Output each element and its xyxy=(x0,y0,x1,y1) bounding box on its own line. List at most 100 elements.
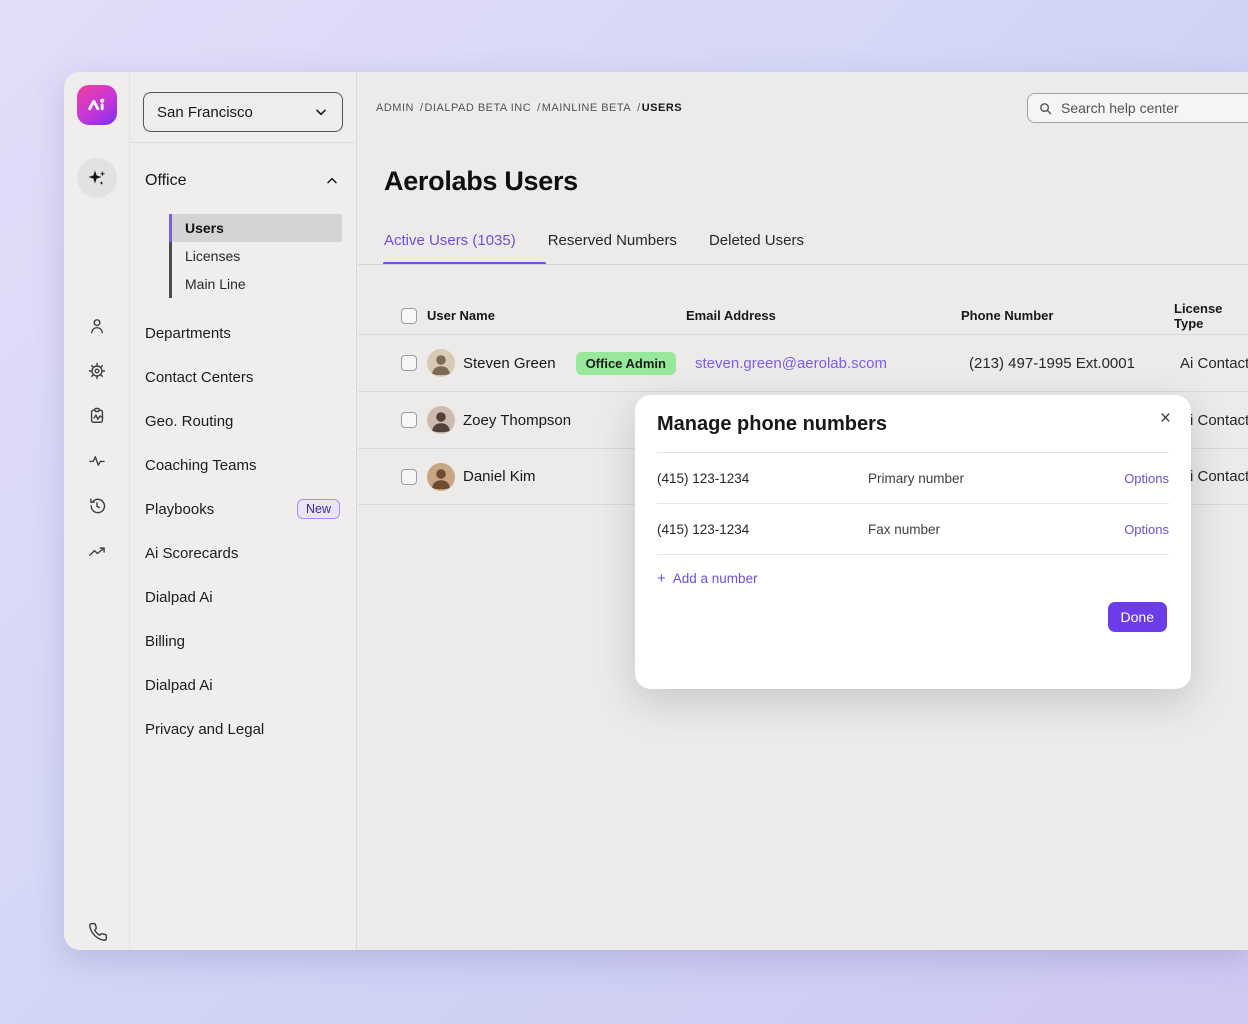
activity-pulse-icon[interactable] xyxy=(87,451,107,471)
sidebar-item-coaching-teams[interactable]: Coaching Teams xyxy=(131,443,356,487)
breadcrumb-segment[interactable]: DIALPAD BETA INC xyxy=(425,102,532,114)
sidebar-item-label: Playbooks xyxy=(145,501,214,518)
sidebar-item-users[interactable]: Users xyxy=(172,214,342,242)
sidebar-nav: Departments Contact Centers Geo. Routing… xyxy=(131,311,356,751)
sidebar-item-dialpad-ai-2[interactable]: Dialpad Ai xyxy=(131,663,356,707)
office-admin-badge: Office Admin xyxy=(576,352,676,375)
table-header: User Name Email Address Phone Number Lic… xyxy=(358,297,1248,334)
phone-number-list: (415) 123-1234 Primary number Options (4… xyxy=(657,453,1169,555)
user-name: Zoey Thompson xyxy=(463,412,571,429)
row-checkbox[interactable] xyxy=(401,412,417,428)
tab-deleted-users[interactable]: Deleted Users xyxy=(709,232,804,265)
tabs-divider xyxy=(358,264,1248,265)
sidebar-item-licenses[interactable]: Licenses xyxy=(172,242,342,270)
sidebar-item-privacy-legal[interactable]: Privacy and Legal xyxy=(131,707,356,751)
avatar xyxy=(427,349,455,377)
sidebar-item-main-line[interactable]: Main Line xyxy=(172,270,342,298)
phone-icon[interactable] xyxy=(88,922,108,942)
icon-rail xyxy=(64,72,130,950)
rail-nav xyxy=(64,316,130,561)
sidebar-item-label: Contact Centers xyxy=(145,369,253,386)
phone-number-row: (415) 123-1234 Primary number Options xyxy=(657,453,1169,504)
sidebar-item-label: Billing xyxy=(145,633,185,650)
breadcrumb-segment[interactable]: MAINLINE BETA xyxy=(542,102,631,114)
options-link[interactable]: Options xyxy=(1124,522,1169,537)
sidebar-item-label: Geo. Routing xyxy=(145,413,233,430)
user-name: Steven Green xyxy=(463,355,556,372)
sidebar-item-geo-routing[interactable]: Geo. Routing xyxy=(131,399,356,443)
column-header-user-name[interactable]: User Name xyxy=(427,308,686,323)
breadcrumb: ADMIN / DIALPAD BETA INC / MAINLINE BETA… xyxy=(376,72,682,144)
sidebar-item-dialpad-ai[interactable]: Dialpad Ai xyxy=(131,575,356,619)
dialpad-ai-logo-icon xyxy=(77,85,117,125)
column-header-phone[interactable]: Phone Number xyxy=(961,308,1174,323)
tab-reserved-numbers[interactable]: Reserved Numbers xyxy=(548,232,677,265)
tabs: Active Users (1035) Reserved Numbers Del… xyxy=(384,232,836,265)
history-icon[interactable] xyxy=(87,496,107,516)
done-button[interactable]: Done xyxy=(1108,602,1167,632)
app-window: San Francisco Office Users Licenses Main… xyxy=(64,72,1248,950)
row-checkbox[interactable] xyxy=(401,355,417,371)
search-input[interactable] xyxy=(1061,100,1241,116)
breadcrumb-segment-current: USERS xyxy=(642,102,682,114)
sidebar-item-departments[interactable]: Departments xyxy=(131,311,356,355)
sidebar-item-label: Privacy and Legal xyxy=(145,721,264,738)
column-header-email[interactable]: Email Address xyxy=(686,308,961,323)
user-name: Daniel Kim xyxy=(463,468,536,485)
search-icon xyxy=(1038,101,1053,116)
sidebar-item-label: Dialpad Ai xyxy=(145,589,213,606)
select-all-checkbox[interactable] xyxy=(401,308,417,324)
sidebar-item-label: Departments xyxy=(145,325,231,342)
chevron-up-icon xyxy=(324,173,340,189)
table-row[interactable]: Steven Green Office Admin steven.green@a… xyxy=(358,334,1248,391)
help-search[interactable] xyxy=(1027,93,1248,123)
user-email-link[interactable]: steven.green@aerolab.scom xyxy=(686,355,961,372)
settings-gear-icon[interactable] xyxy=(87,361,107,381)
sidebar-item-ai-scorecards[interactable]: Ai Scorecards xyxy=(131,531,356,575)
phone-number-value: (415) 123-1234 xyxy=(657,522,868,537)
sidebar-item-label: Ai Scorecards xyxy=(145,545,238,562)
location-selector-value: San Francisco xyxy=(157,104,253,121)
office-section-label: Office xyxy=(145,172,187,190)
sidebar-item-playbooks[interactable]: Playbooks New xyxy=(131,487,356,531)
page-title: Aerolabs Users xyxy=(384,166,578,197)
sidebar-section-office[interactable]: Office xyxy=(145,164,340,198)
user-icon[interactable] xyxy=(87,316,107,336)
phone-number-type: Fax number xyxy=(868,522,1124,537)
chevron-down-icon xyxy=(313,104,329,120)
add-number-link[interactable]: + Add a number xyxy=(657,565,758,591)
add-number-label: Add a number xyxy=(673,571,758,586)
column-header-license[interactable]: License Type xyxy=(1174,301,1248,331)
sidebar-item-label: Licenses xyxy=(185,248,240,264)
sidebar: San Francisco Office Users Licenses Main… xyxy=(131,72,357,950)
breadcrumb-separator: / xyxy=(537,102,541,114)
breadcrumb-segment[interactable]: ADMIN xyxy=(376,102,414,114)
trending-up-icon[interactable] xyxy=(87,541,107,561)
sidebar-item-label: Main Line xyxy=(185,276,246,292)
new-badge: New xyxy=(297,499,340,519)
breadcrumb-separator: / xyxy=(420,102,424,114)
ai-sparkles-button[interactable] xyxy=(77,158,117,198)
avatar xyxy=(427,463,455,491)
row-checkbox[interactable] xyxy=(401,469,417,485)
tab-active-users[interactable]: Active Users (1035) xyxy=(384,232,516,265)
sidebar-item-label: Coaching Teams xyxy=(145,457,256,474)
sidebar-item-billing[interactable]: Billing xyxy=(131,619,356,663)
sidebar-item-label: Dialpad Ai xyxy=(145,677,213,694)
sidebar-item-contact-centers[interactable]: Contact Centers xyxy=(131,355,356,399)
manage-phone-numbers-modal: Manage phone numbers × (415) 123-1234 Pr… xyxy=(635,395,1191,689)
location-selector[interactable]: San Francisco xyxy=(143,92,343,132)
phone-number-row: (415) 123-1234 Fax number Options xyxy=(657,504,1169,555)
phone-number-value: (415) 123-1234 xyxy=(657,471,868,486)
playbooks-clipboard-icon[interactable] xyxy=(87,406,107,426)
user-license: Ai Contact xyxy=(1174,355,1248,372)
close-icon[interactable]: × xyxy=(1160,409,1171,428)
options-link[interactable]: Options xyxy=(1124,471,1169,486)
user-phone: (213) 497-1995 Ext.0001 xyxy=(961,355,1174,372)
sparkles-icon xyxy=(86,167,108,189)
modal-title: Manage phone numbers xyxy=(657,413,887,436)
phone-number-type: Primary number xyxy=(868,471,1124,486)
sidebar-item-label: Users xyxy=(185,220,224,236)
sidebar-divider xyxy=(131,142,356,143)
avatar xyxy=(427,406,455,434)
